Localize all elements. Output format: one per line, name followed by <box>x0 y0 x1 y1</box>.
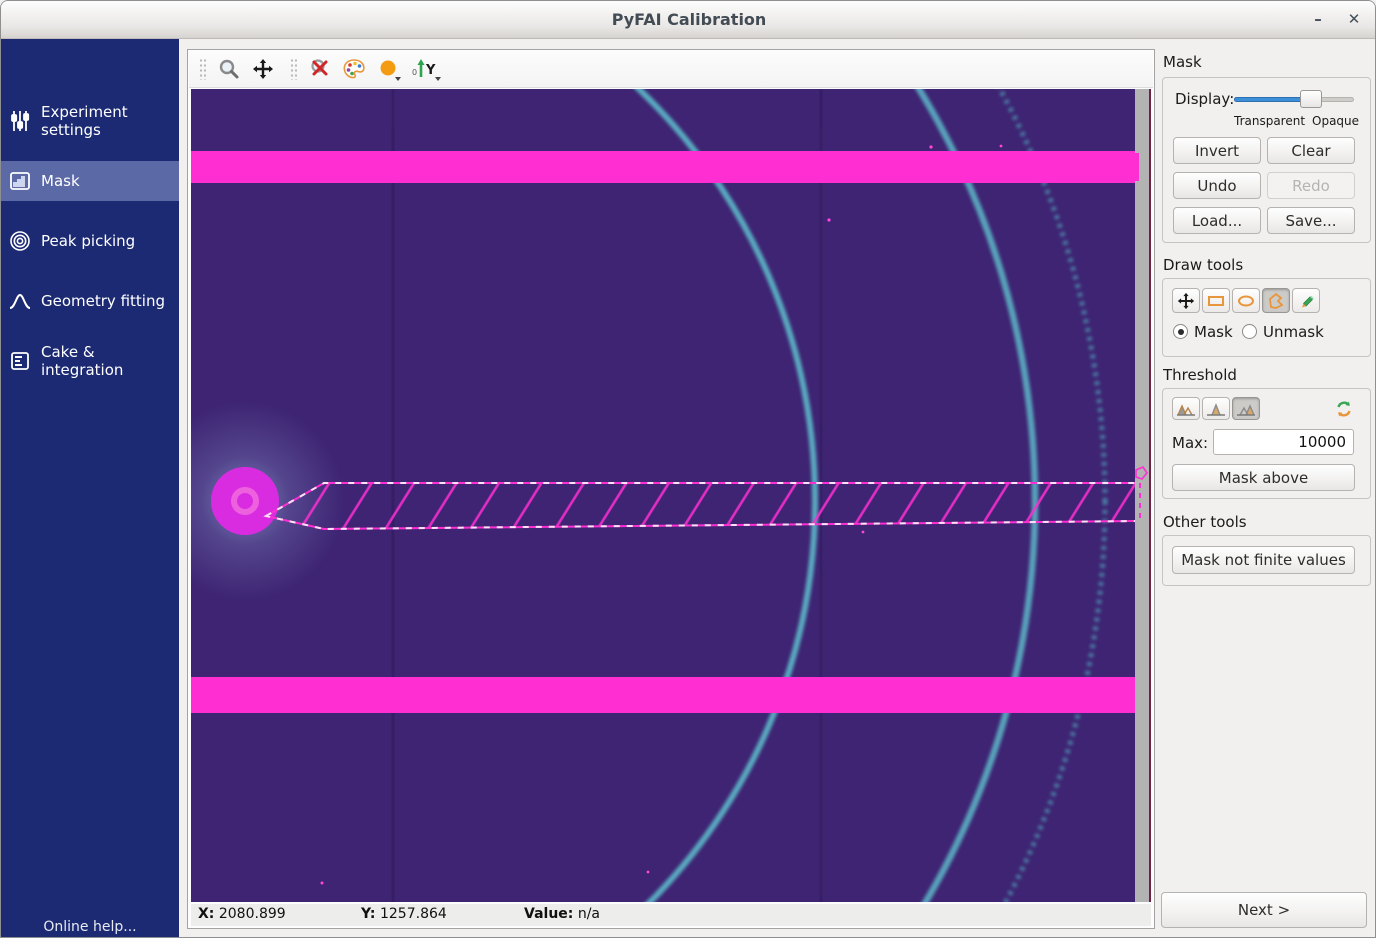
sidebar-item-label: Mask <box>41 172 80 190</box>
ellipse-tool-icon[interactable] <box>1232 288 1260 313</box>
mask-below-icon[interactable] <box>1172 397 1200 420</box>
mask-between-icon[interactable] <box>1202 397 1230 420</box>
next-button[interactable]: Next > <box>1161 892 1367 928</box>
status-y: Y: 1257.864 <box>361 906 447 922</box>
zoom-icon[interactable] <box>215 55 243 83</box>
marker-circle-icon[interactable] <box>374 55 402 83</box>
slider-handle[interactable] <box>1300 90 1322 108</box>
diffraction-image-canvas[interactable] <box>191 89 1151 902</box>
mask-section-title: Mask <box>1163 53 1202 71</box>
y-axis-orientation-icon[interactable]: 0 Y <box>408 55 442 83</box>
max-label: Max: <box>1172 434 1208 452</box>
app-window: PyFAI Calibration – ✕ Experiment setting… <box>0 0 1376 938</box>
rectangle-tool-icon[interactable] <box>1202 288 1230 313</box>
mask-radio-label: Mask <box>1194 323 1233 341</box>
colormap-palette-icon[interactable] <box>340 55 368 83</box>
window-title: PyFAI Calibration <box>1 10 1376 29</box>
sidebar-item-label: Cake & integration <box>41 343 179 379</box>
toolbar-grip-handle[interactable] <box>199 58 206 80</box>
unmask-radio-label: Unmask <box>1263 323 1324 341</box>
peak-curve-icon <box>9 290 31 312</box>
polygon-tool-icon[interactable] <box>1262 288 1290 313</box>
plot-widget: 0 Y <box>187 49 1155 929</box>
sidebar-item-geometry-fitting[interactable]: Geometry fitting <box>1 281 179 321</box>
sidebar-item-mask[interactable]: Mask <box>1 161 179 201</box>
invert-button[interactable]: Invert <box>1173 137 1261 164</box>
other-tools-title: Other tools <box>1163 513 1247 531</box>
mask-polygon-hatched <box>266 483 1141 529</box>
load-button[interactable]: Load... <box>1173 207 1261 234</box>
dropdown-arrow-icon <box>395 77 401 81</box>
mask-above-icon[interactable] <box>1232 397 1260 420</box>
sidebar-item-cake-integration[interactable]: Cake & integration <box>1 341 179 381</box>
mask-not-finite-button[interactable]: Mask not finite values <box>1172 546 1355 574</box>
plot-toolbar: 0 Y <box>189 51 1153 88</box>
mask-band-bottom <box>191 677 1135 713</box>
draw-tools-title: Draw tools <box>1163 256 1243 274</box>
mask-band-top <box>191 151 1135 183</box>
integration-lines-icon <box>9 350 31 372</box>
max-threshold-input[interactable] <box>1213 429 1354 455</box>
opaque-label: Opaque <box>1312 114 1359 128</box>
mask-opacity-slider[interactable] <box>1234 90 1354 108</box>
sidebar-item-peak-picking[interactable]: Peak picking <box>1 221 179 261</box>
toolbar-grip-handle[interactable] <box>290 58 297 80</box>
close-button[interactable]: ✕ <box>1339 5 1369 33</box>
display-label: Display: <box>1175 90 1234 108</box>
refresh-icon[interactable] <box>1332 397 1356 420</box>
titlebar: PyFAI Calibration – ✕ <box>1 1 1376 39</box>
plot-margin-strip <box>1135 89 1149 902</box>
sidebar-item-label: Peak picking <box>41 232 135 250</box>
mask-above-button[interactable]: Mask above <box>1172 464 1355 491</box>
pan-tool-icon[interactable] <box>1172 288 1200 313</box>
save-button[interactable]: Save... <box>1267 207 1355 234</box>
transparent-label: Transparent <box>1234 114 1305 128</box>
sidebar: Experiment settings Mask Peak picking <box>1 39 179 938</box>
minimize-button[interactable]: – <box>1303 5 1333 33</box>
online-help-link[interactable]: Online help... <box>1 919 179 935</box>
mask-beamstop-circle <box>211 467 279 535</box>
dropdown-arrow-icon <box>435 77 441 81</box>
clear-button[interactable]: Clear <box>1267 137 1355 164</box>
concentric-rings-icon <box>9 230 31 252</box>
redo-button[interactable]: Redo <box>1267 172 1355 199</box>
sidebar-item-label: Geometry fitting <box>41 292 165 310</box>
mask-image-icon <box>9 170 31 192</box>
svg-text:0: 0 <box>412 68 417 77</box>
reset-zoom-icon[interactable] <box>306 55 334 83</box>
unmask-radio[interactable] <box>1242 324 1257 339</box>
sliders-icon <box>9 110 31 132</box>
status-x: X: 2080.899 <box>198 906 286 922</box>
undo-button[interactable]: Undo <box>1173 172 1261 199</box>
pencil-tool-icon[interactable] <box>1292 288 1320 313</box>
sidebar-item-experiment-settings[interactable]: Experiment settings <box>1 101 179 141</box>
pan-icon[interactable] <box>249 55 277 83</box>
y-axis-letter: Y <box>425 63 436 78</box>
threshold-title: Threshold <box>1163 366 1237 384</box>
status-bar: X: 2080.899 Y: 1257.864 Value: n/a <box>191 904 1151 926</box>
diffraction-image <box>191 89 1151 902</box>
mask-radio[interactable] <box>1173 324 1188 339</box>
status-value: Value: n/a <box>524 906 600 922</box>
sidebar-item-label: Experiment settings <box>41 103 179 139</box>
